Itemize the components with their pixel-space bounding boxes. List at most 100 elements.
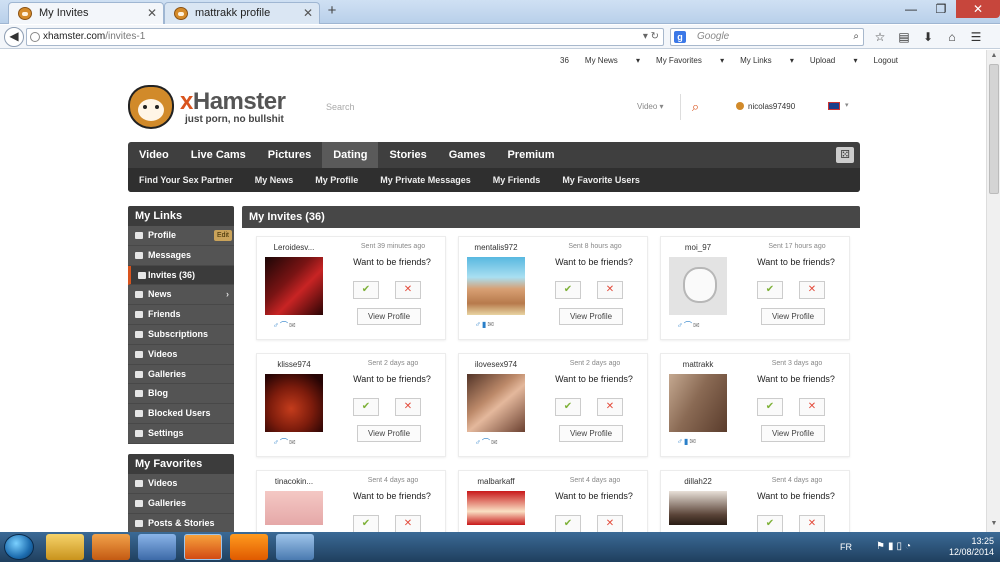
view-profile-button[interactable]: View Profile	[559, 425, 623, 442]
sidebar-item-subscriptions[interactable]: Subscriptions	[128, 324, 234, 345]
sidebar-item-galleries[interactable]: Galleries	[128, 364, 234, 385]
message-envelope-icon[interactable]: ✉	[289, 321, 297, 330]
view-profile-button[interactable]: View Profile	[559, 308, 623, 325]
new-tab-button[interactable]: +	[324, 2, 340, 22]
browser-search-input[interactable]: g Google ⌕	[670, 28, 864, 46]
random-dice-icon[interactable]: ⚄	[836, 147, 854, 163]
back-arrow-icon[interactable]: ◀	[4, 27, 24, 47]
favorites-item-videos[interactable]: Videos	[128, 474, 234, 494]
decline-invite-button[interactable]: ✕	[799, 515, 825, 532]
accept-invite-button[interactable]: ✔	[353, 281, 379, 299]
message-envelope-icon[interactable]: ✉	[693, 321, 701, 330]
message-envelope-icon[interactable]: ✉	[289, 438, 297, 447]
subnav-favorite-users[interactable]: My Favorite Users	[551, 168, 651, 192]
nav-video[interactable]: Video	[128, 142, 180, 168]
decline-invite-button[interactable]: ✕	[799, 398, 825, 416]
accept-invite-button[interactable]: ✔	[353, 515, 379, 532]
accept-invite-button[interactable]: ✔	[757, 398, 783, 416]
invite-username[interactable]: moi_97	[665, 243, 731, 252]
subnav-find-partner[interactable]: Find Your Sex Partner	[128, 168, 244, 192]
view-profile-button[interactable]: View Profile	[357, 425, 421, 442]
message-envelope-icon[interactable]: ✉	[689, 437, 697, 446]
home-icon[interactable]: ⌂	[944, 29, 960, 45]
invite-username[interactable]: ilovesex974	[463, 360, 529, 369]
link-upload[interactable]: Upload ▾	[810, 56, 858, 65]
nav-pictures[interactable]: Pictures	[257, 142, 322, 168]
chevron-down-icon[interactable]: ▾	[845, 101, 849, 109]
edit-badge[interactable]: Edit	[213, 230, 232, 241]
bookmarks-list-icon[interactable]: ▤	[896, 29, 912, 45]
close-tab-icon[interactable]: ✕	[147, 3, 157, 23]
windows-start-icon[interactable]	[4, 534, 34, 560]
decline-invite-button[interactable]: ✕	[597, 398, 623, 416]
site-logo[interactable]: xHamster just porn, no bullshit	[128, 85, 303, 131]
tab-mattrakk-profile[interactable]: mattrakk profile ✕	[164, 2, 320, 24]
system-clock[interactable]: 13:25 12/08/2014	[949, 536, 994, 558]
decline-invite-button[interactable]: ✕	[395, 515, 421, 532]
sidebar-item-blocked-users[interactable]: Blocked Users	[128, 404, 234, 424]
user-avatar[interactable]	[669, 374, 727, 432]
window-close-icon[interactable]: ✕	[956, 0, 1000, 18]
remote-desktop-icon[interactable]	[276, 534, 314, 560]
view-profile-button[interactable]: View Profile	[357, 308, 421, 325]
invite-username[interactable]: mentalis972	[463, 243, 529, 252]
invite-username[interactable]: Leroidesv...	[261, 243, 327, 252]
subnav-my-friends[interactable]: My Friends	[482, 168, 552, 192]
accept-invite-button[interactable]: ✔	[555, 398, 581, 416]
decline-invite-button[interactable]: ✕	[395, 281, 421, 299]
search-type-select[interactable]: Video ▾	[637, 102, 664, 111]
sidebar-item-blog[interactable]: Blog	[128, 384, 234, 405]
media-player-icon[interactable]	[92, 534, 130, 560]
file-explorer-icon[interactable]	[46, 534, 84, 560]
site-search-input[interactable]: Search	[326, 102, 355, 112]
invite-username[interactable]: klisse974	[261, 360, 327, 369]
language-indicator[interactable]: FR	[840, 542, 852, 552]
menu-icon[interactable]: ☰	[968, 29, 984, 45]
nav-live-cams[interactable]: Live Cams	[180, 142, 257, 168]
bookmark-star-icon[interactable]: ☆	[872, 29, 888, 45]
accept-invite-button[interactable]: ✔	[757, 515, 783, 532]
vlc-icon[interactable]	[230, 534, 268, 560]
link-my-links[interactable]: My Links ▾	[740, 56, 794, 65]
sidebar-item-profile[interactable]: Profile Edit	[128, 226, 234, 246]
sidebar-item-invites[interactable]: Invites (36)	[128, 265, 234, 286]
reload-icon[interactable]: ▾ ↻	[643, 29, 659, 45]
link-logout[interactable]: Logout	[874, 56, 898, 65]
sidebar-item-videos[interactable]: Videos	[128, 344, 234, 365]
message-envelope-icon[interactable]: ✉	[491, 438, 499, 447]
message-envelope-icon[interactable]: ✉	[487, 320, 495, 329]
user-avatar[interactable]	[467, 374, 525, 432]
user-avatar[interactable]	[265, 374, 323, 432]
nav-stories[interactable]: Stories	[378, 142, 437, 168]
firefox-icon[interactable]	[184, 534, 222, 560]
user-avatar[interactable]	[669, 257, 727, 315]
site-search-button[interactable]: ⌕	[680, 94, 710, 120]
accept-invite-button[interactable]: ✔	[555, 515, 581, 532]
favorites-item-posts-stories[interactable]: Posts & Stories	[128, 513, 234, 532]
decline-invite-button[interactable]: ✕	[395, 398, 421, 416]
accept-invite-button[interactable]: ✔	[353, 398, 379, 416]
view-profile-button[interactable]: View Profile	[761, 308, 825, 325]
user-menu[interactable]: nicolas97490	[736, 102, 795, 111]
user-avatar[interactable]	[669, 491, 727, 525]
favorites-item-galleries[interactable]: Galleries	[128, 493, 234, 514]
user-avatar[interactable]	[467, 491, 525, 525]
user-avatar[interactable]	[265, 491, 323, 525]
accept-invite-button[interactable]: ✔	[555, 281, 581, 299]
user-avatar[interactable]	[467, 257, 525, 315]
paint-icon[interactable]	[138, 534, 176, 560]
address-bar[interactable]: xhamster.com/invites-1 ▾ ↻	[26, 28, 664, 46]
scroll-up-icon[interactable]: ▲	[989, 52, 999, 62]
invite-username[interactable]: malbarkaff	[463, 477, 529, 486]
tab-my-invites[interactable]: My Invites ✕	[8, 2, 164, 24]
maximize-icon[interactable]: ❐	[926, 0, 956, 18]
nav-dating[interactable]: Dating	[322, 142, 379, 168]
nav-games[interactable]: Games	[438, 142, 497, 168]
system-tray-icons[interactable]: ⚑▮▯◔	[876, 541, 914, 552]
page-scrollbar[interactable]: ▲ ▼	[986, 50, 1000, 532]
sidebar-item-settings[interactable]: Settings	[128, 423, 234, 444]
sidebar-item-friends[interactable]: Friends	[128, 305, 234, 325]
link-my-favorites[interactable]: My Favorites ▾	[656, 56, 724, 65]
invite-username[interactable]: tinacokin...	[261, 477, 327, 486]
scrollbar-thumb[interactable]	[989, 64, 999, 194]
